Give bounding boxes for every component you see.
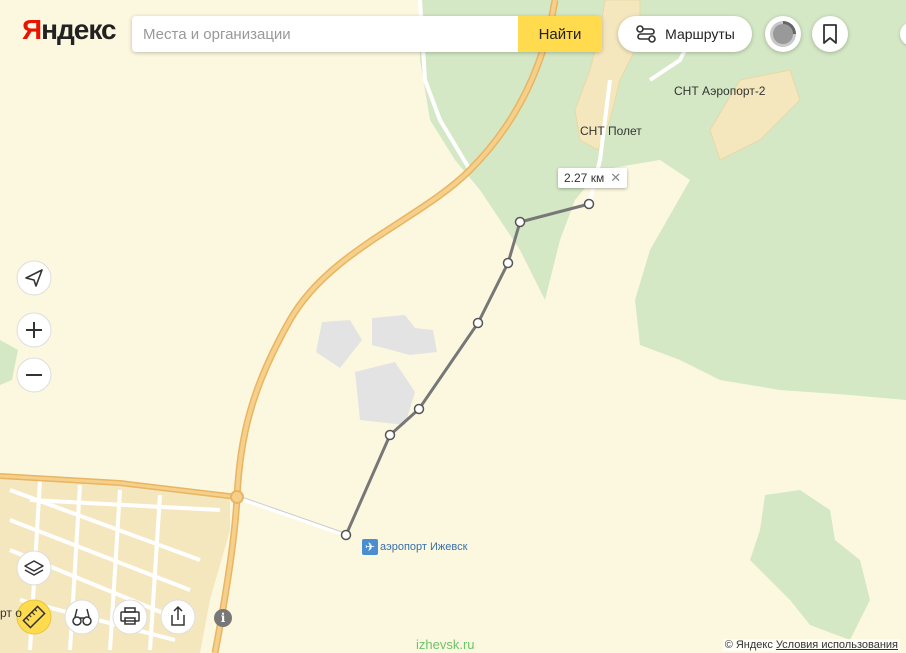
menu-edge-button[interactable] <box>900 22 906 46</box>
info-icon[interactable]: i <box>214 609 232 627</box>
zoom-out-button[interactable] <box>16 357 52 393</box>
layers-button[interactable] <box>16 550 52 586</box>
routes-icon <box>636 25 656 43</box>
close-icon[interactable]: ✕ <box>610 170 621 186</box>
routes-label: Маршруты <box>665 26 735 42</box>
print-button[interactable] <box>112 599 148 635</box>
map-canvas[interactable] <box>0 0 906 653</box>
bookmark-icon <box>823 24 837 44</box>
bookmarks-button[interactable] <box>812 16 848 52</box>
airport-poi[interactable]: ✈ аэропорт Ижевск <box>362 539 467 555</box>
logo-first-letter: Я <box>22 14 42 45</box>
place-label-partial: рт о <box>0 606 22 620</box>
avatar-icon <box>770 21 796 47</box>
ruler-point[interactable] <box>413 403 425 415</box>
search-input[interactable] <box>132 16 523 52</box>
ruler-point[interactable] <box>340 529 352 541</box>
panorama-button[interactable] <box>64 599 100 635</box>
watermark: izhevsk.ru <box>416 637 475 652</box>
find-button[interactable]: Найти <box>518 16 602 52</box>
copyright-footer: © Яндекс Условия использования <box>722 639 900 651</box>
top-bar: Яндекс Найти Маршруты <box>0 0 906 70</box>
airport-label: аэропорт Ижевск <box>380 541 468 553</box>
place-label-snt-aeroport-2: СНТ Аэропорт-2 <box>674 84 766 98</box>
distance-label: 2.27 км ✕ <box>558 168 628 188</box>
roundabout <box>230 490 244 504</box>
ruler-point[interactable] <box>472 317 484 329</box>
user-avatar-button[interactable] <box>765 16 801 52</box>
copyright-text: © Яндекс <box>724 639 773 651</box>
distance-value: 2.27 км <box>564 171 605 185</box>
ruler-button[interactable] <box>16 599 52 635</box>
yandex-logo[interactable]: Яндекс <box>22 14 117 46</box>
routes-button[interactable]: Маршруты <box>618 16 752 52</box>
ruler-point[interactable] <box>514 216 526 228</box>
airplane-icon: ✈ <box>362 539 378 555</box>
zoom-in-button[interactable] <box>16 312 52 348</box>
locate-button[interactable] <box>16 260 52 296</box>
logo-rest: ндекс <box>41 14 116 45</box>
place-label-snt-polet: СНТ Полет <box>580 124 642 138</box>
share-button[interactable] <box>160 599 196 635</box>
terms-link[interactable]: Условия использования <box>776 639 898 651</box>
ruler-point[interactable] <box>384 429 396 441</box>
ruler-point[interactable] <box>583 198 595 210</box>
search-box: Найти <box>132 16 602 52</box>
ruler-point[interactable] <box>502 257 514 269</box>
